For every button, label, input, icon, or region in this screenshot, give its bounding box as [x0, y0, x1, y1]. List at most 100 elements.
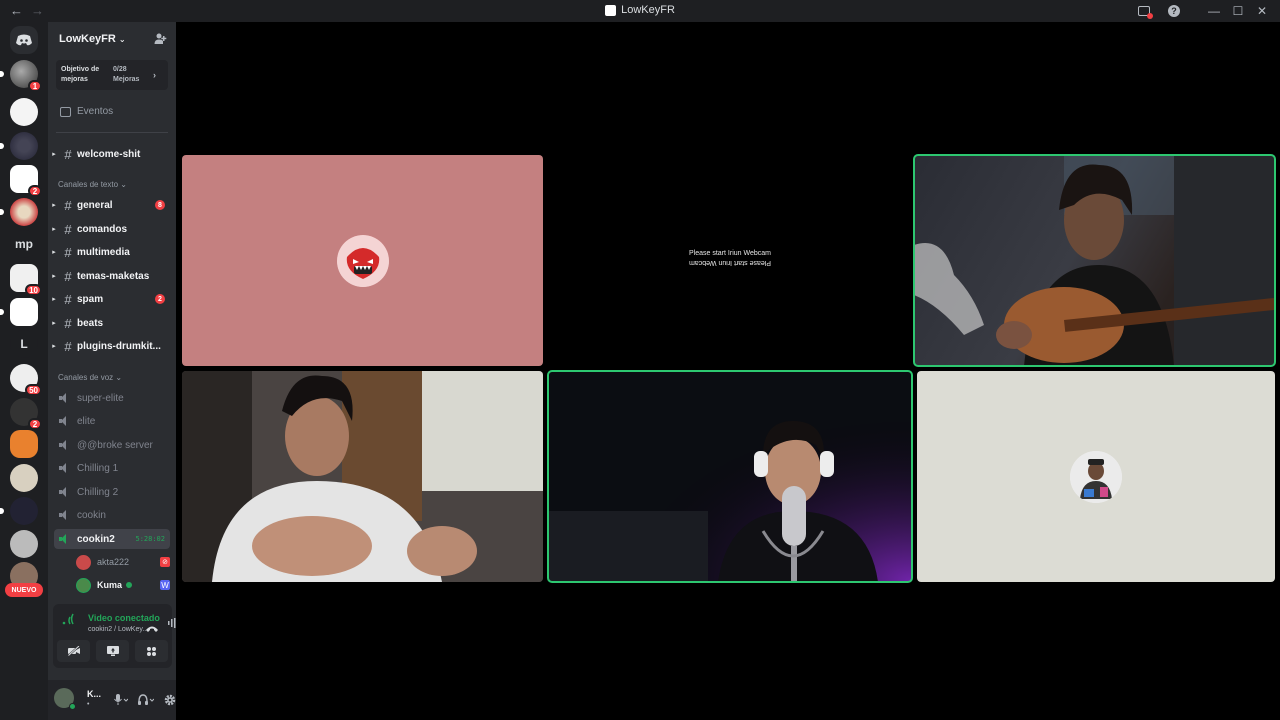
camera-button[interactable]: [57, 640, 90, 662]
username[interactable]: K...: [87, 689, 101, 699]
channel-name: Chilling 2: [77, 486, 119, 498]
channel-beats[interactable]: ▸ # beats: [48, 313, 176, 333]
channel-multimedia[interactable]: ▸ # multimedia: [48, 242, 176, 262]
unread-indicator: [0, 143, 4, 149]
video-tile-guitar[interactable]: [913, 154, 1276, 367]
server-list: 1 2 mp 10 L 50 2 NUEVO: [0, 22, 48, 720]
category-label: Canales de voz: [58, 373, 114, 382]
server-icon[interactable]: [0, 198, 38, 226]
voice-channel-broke-server[interactable]: @@broke server: [48, 435, 176, 455]
channel-name: @@broke server: [77, 439, 153, 451]
unread-arrow-icon: ▸: [52, 249, 56, 256]
channel-name: cookin2: [77, 533, 115, 545]
activities-button[interactable]: [135, 640, 168, 662]
activity-icon: [126, 582, 133, 588]
noise-suppression-icon[interactable]: [168, 618, 176, 630]
server-icon[interactable]: [0, 497, 38, 525]
voice-user[interactable]: akta222 ⊘: [76, 552, 170, 572]
microphone-icon: [114, 694, 129, 705]
camera-off-icon: [67, 646, 80, 656]
server-icon[interactable]: 10: [10, 264, 42, 296]
inbox-button[interactable]: [1132, 2, 1156, 20]
chevron-down-icon: ⌄: [120, 180, 127, 189]
server-icon[interactable]: [10, 464, 38, 492]
unread-arrow-icon: ▸: [52, 202, 56, 209]
events-item[interactable]: Eventos: [60, 106, 113, 117]
hash-icon: #: [64, 244, 72, 260]
chevron-right-icon: ›: [153, 70, 156, 80]
title-bar: ← → LowKeyFR ? — ☐ ✕: [0, 0, 1280, 22]
headphones-button[interactable]: [138, 694, 155, 709]
speaker-icon: [58, 440, 72, 450]
server-icon[interactable]: [0, 298, 38, 326]
channel-name: plugins-drumkit...: [77, 340, 161, 352]
screen-share-button[interactable]: [96, 640, 129, 662]
server-name: LowKeyFR: [59, 33, 116, 45]
category-text-channels[interactable]: Canales de texto ⌄: [58, 180, 127, 189]
category-label: Canales de texto: [58, 180, 119, 189]
channel-comandos[interactable]: ▸ # comandos: [48, 219, 176, 239]
screen-icon: [1138, 6, 1153, 19]
speaker-icon: [58, 416, 72, 426]
home-button[interactable]: [10, 26, 38, 54]
server-icon: [605, 4, 617, 16]
unread-arrow-icon: ▸: [52, 273, 56, 280]
microphone-button[interactable]: [114, 694, 129, 709]
channel-spam[interactable]: ▸ # spam 2: [48, 289, 176, 309]
channel-general[interactable]: ▸ # general 8: [48, 195, 176, 215]
divider: [56, 132, 168, 133]
voice-channel-cookin[interactable]: cookin: [48, 505, 176, 525]
voice-channel-chilling-2[interactable]: Chilling 2: [48, 482, 176, 502]
voice-channel-elite[interactable]: elite: [48, 411, 176, 431]
category-voice-channels[interactable]: Canales de voz ⌄: [58, 373, 122, 382]
server-icon[interactable]: 2: [10, 398, 42, 430]
server-icon[interactable]: [10, 430, 38, 458]
server-icon-mp[interactable]: mp: [10, 230, 38, 258]
server-icon[interactable]: [0, 132, 38, 160]
maximize-button[interactable]: ☐: [1226, 2, 1250, 20]
server-icon[interactable]: [10, 98, 38, 126]
webcam-message-text: Please start Iriun Webcam: [689, 250, 771, 257]
video-tile-person[interactable]: [182, 371, 543, 582]
voice-channel-cookin2[interactable]: cookin2 5:28:02: [54, 529, 170, 549]
server-icon[interactable]: 1: [0, 60, 42, 92]
avatar: [1070, 450, 1122, 503]
channel-plugins-drumkits[interactable]: ▸ # plugins-drumkit...: [48, 336, 176, 356]
events-label: Eventos: [77, 106, 114, 117]
mention-badge: 2: [28, 418, 42, 430]
new-badge[interactable]: NUEVO: [5, 583, 43, 597]
disconnect-phone-icon[interactable]: [146, 620, 158, 632]
signal-bars-icon: [62, 613, 74, 625]
channel-welcome-shit[interactable]: ▸ # welcome-shit: [48, 144, 176, 164]
voice-channel-chilling-1[interactable]: Chilling 1: [48, 458, 176, 478]
server-icon-l[interactable]: L: [10, 330, 38, 358]
video-tile-singer[interactable]: [547, 370, 913, 583]
video-tile-avatar[interactable]: [917, 371, 1275, 582]
server-icon[interactable]: [10, 530, 38, 558]
channel-name: beats: [77, 317, 104, 329]
voice-channel-super-elite[interactable]: super-elite: [48, 388, 176, 408]
boost-goal-banner[interactable]: Objetivo de mejoras 0/28 Mejoras ›: [56, 60, 168, 90]
voice-user[interactable]: Kuma W: [76, 575, 170, 595]
voice-channel-label[interactable]: cookin2 / LowKey...: [88, 626, 148, 633]
settings-button[interactable]: [164, 694, 176, 709]
user-controls: [114, 694, 176, 709]
invite-people-icon[interactable]: [154, 32, 168, 46]
help-button[interactable]: ?: [1162, 2, 1186, 20]
video-tile-avatar[interactable]: [182, 155, 543, 366]
signal-icon[interactable]: [62, 613, 74, 628]
boost-progress: 0/28 Mejoras: [113, 65, 153, 85]
unread-indicator: [0, 71, 4, 77]
help-icon: ?: [1168, 5, 1180, 17]
hash-icon: #: [64, 221, 72, 237]
close-button[interactable]: ✕: [1250, 2, 1274, 20]
video-tile-webcam-offline[interactable]: Please start Iriun Webcam Please start I…: [548, 155, 912, 366]
channel-name: Chilling 1: [77, 462, 119, 474]
hash-icon: #: [64, 338, 72, 354]
server-icon[interactable]: 50: [10, 364, 42, 396]
hash-icon: #: [64, 291, 72, 307]
mention-badge: 50: [25, 384, 42, 396]
minimize-button[interactable]: —: [1202, 2, 1226, 20]
channel-temas-maketas[interactable]: ▸ # temas-maketas: [48, 266, 176, 286]
server-icon[interactable]: 2: [10, 165, 42, 197]
